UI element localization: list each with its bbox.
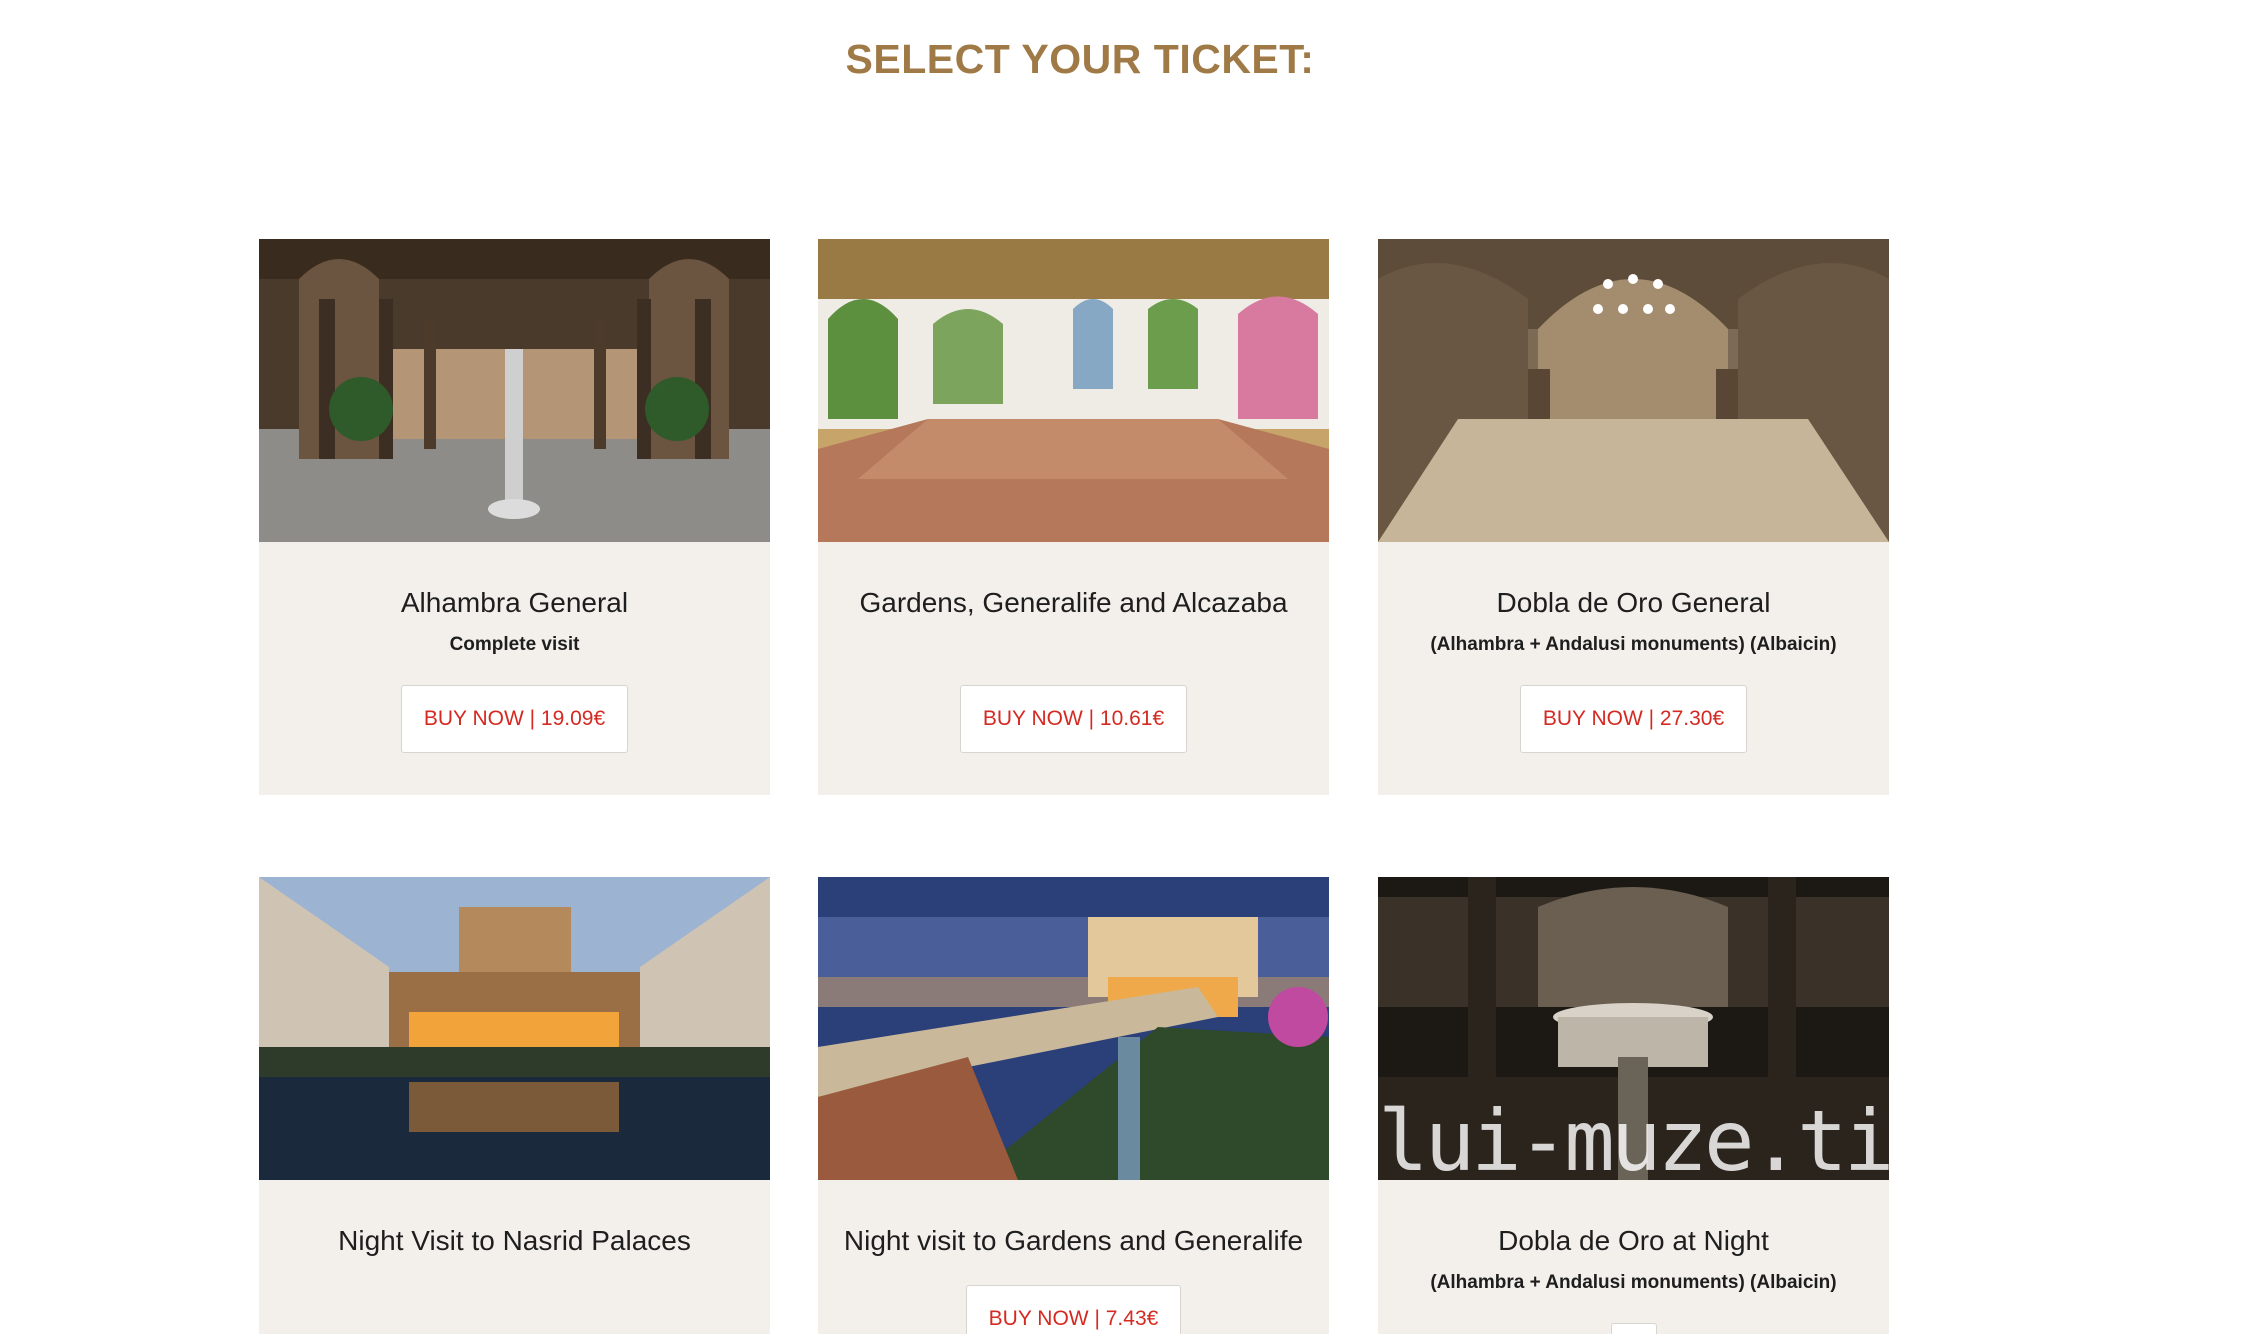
- ticket-card-night-visit-gardens-generalife: Night visit to Gardens and Generalife BU…: [818, 877, 1329, 1334]
- card-title: Alhambra General: [400, 587, 629, 618]
- buy-now-button[interactable]: BUY NOW | 19.09€: [400, 685, 629, 753]
- court-of-myrtles-night-photo[interactable]: [259, 877, 770, 1180]
- ticket-card-night-visit-nasrid-palaces: Night Visit to Nasrid Palaces: [259, 877, 770, 1334]
- page-title: SELECT YOUR TICKET:: [845, 36, 1315, 82]
- ticket-card-gardens-generalife-alcazaba: Gardens, Generalife and Alcazaba BUY NOW…: [818, 239, 1329, 795]
- ticket-card-dobla-de-oro-night: lui-muze.tist Dobla de Oro at Night (Alh…: [1378, 877, 1889, 1334]
- buy-now-button[interactable]: BUY NOW | 27.30€: [1519, 685, 1748, 753]
- generalife-dusk-photo[interactable]: [818, 877, 1329, 1180]
- buy-now-button[interactable]: BUY NOW | 7.43€: [965, 1285, 1182, 1334]
- card-title: Dobla de Oro General: [1496, 587, 1771, 618]
- buy-now-button[interactable]: [1610, 1323, 1657, 1334]
- card-subtitle: Complete visit: [449, 634, 580, 655]
- card-title: Dobla de Oro at Night: [1498, 1225, 1769, 1256]
- ticket-card-dobla-de-oro-general: Dobla de Oro General (Alhambra + Andalus…: [1378, 239, 1889, 795]
- arched-windows-gallery-photo[interactable]: [818, 239, 1329, 542]
- arab-baths-photo[interactable]: [1378, 239, 1889, 542]
- card-title: Gardens, Generalife and Alcazaba: [859, 587, 1288, 618]
- card-subtitle: [259, 1270, 770, 1296]
- card-subtitle: (Alhambra + Andalusi monuments) (Albaici…: [1430, 1272, 1837, 1293]
- card-title: Night visit to Gardens and Generalife: [843, 1225, 1304, 1256]
- card-subtitle: [818, 632, 1329, 658]
- lions-fountain-night-photo[interactable]: lui-muze.tist: [1378, 877, 1889, 1180]
- watermark-text: lui-muze.tist: [1378, 1092, 1889, 1180]
- card-title: Night Visit to Nasrid Palaces: [338, 1225, 691, 1256]
- courtyard-of-the-lions-photo[interactable]: [259, 239, 770, 542]
- buy-now-button[interactable]: BUY NOW | 10.61€: [959, 685, 1188, 753]
- card-subtitle: (Alhambra + Andalusi monuments) (Albaici…: [1430, 634, 1837, 655]
- ticket-card-alhambra-general: Alhambra General Complete visit BUY NOW …: [259, 239, 770, 795]
